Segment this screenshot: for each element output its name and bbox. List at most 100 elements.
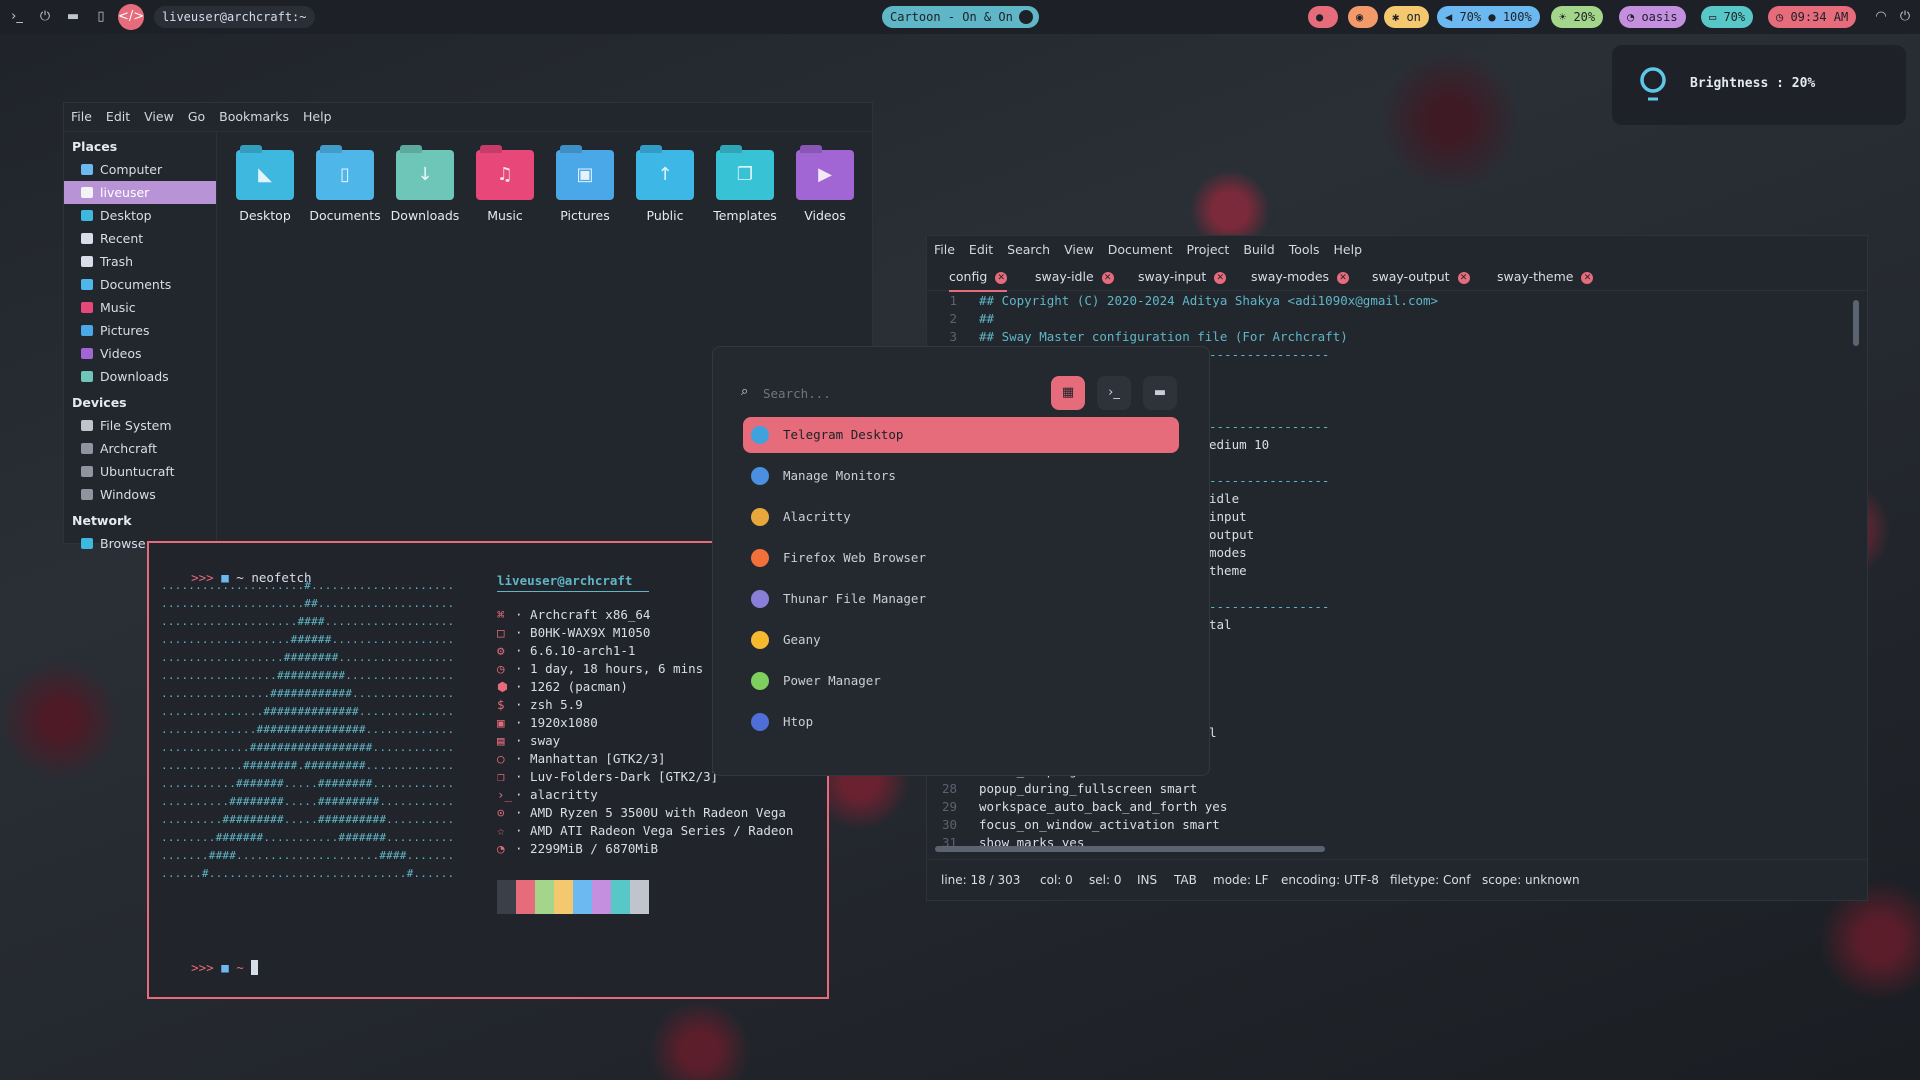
sidebar-item-desktop[interactable]: Desktop	[64, 204, 216, 227]
app-item-alacritty[interactable]: Alacritty	[743, 499, 1179, 535]
close-icon[interactable]: ✕	[1337, 271, 1350, 284]
sidebar-item-ubuntucraft[interactable]: Ubuntucraft	[64, 460, 216, 483]
app-item-geany[interactable]: Geany	[743, 622, 1179, 658]
sidebar-item-filesystem[interactable]: File System	[64, 414, 216, 437]
tab-sway-idle[interactable]: sway-idle ✕	[1035, 264, 1114, 290]
ed-menu-build[interactable]: Build	[1236, 236, 1281, 264]
app-item-htop[interactable]: Htop	[743, 704, 1179, 740]
line-number: 2	[949, 311, 957, 326]
code-line: 3 ## Sway Master configuration file (For …	[927, 328, 1348, 346]
sidebar-item-liveuser[interactable]: liveuser	[64, 181, 216, 204]
fm-menu-file[interactable]: File	[64, 103, 99, 131]
ed-menu-project[interactable]: Project	[1180, 236, 1237, 264]
folder-icon[interactable]: ▬	[1143, 376, 1177, 410]
neofetch-info-row: ⚙ · 6.6.10-arch1-1	[497, 643, 635, 658]
ed-menu-edit[interactable]: Edit	[962, 236, 1000, 264]
tab-sway-modes[interactable]: sway-modes ✕	[1251, 264, 1350, 290]
bluetooth-pill[interactable]: ✱ on	[1384, 6, 1429, 28]
app-name: Telegram Desktop	[783, 427, 904, 442]
folder-videos[interactable]: ▶ Videos	[785, 150, 865, 223]
neofetch-info-row: ›_ · alacritty	[497, 787, 598, 802]
vertical-scrollbar[interactable]	[1853, 300, 1859, 346]
app-item-firefox-web-browser[interactable]: Firefox Web Browser	[743, 540, 1179, 576]
ed-menu-view[interactable]: View	[1057, 236, 1101, 264]
sidebar-item-pictures[interactable]: Pictures	[64, 319, 216, 342]
sidebar-item-computer[interactable]: Computer	[64, 158, 216, 181]
app-icon	[751, 426, 769, 444]
app-item-thunar-file-manager[interactable]: Thunar File Manager	[743, 581, 1179, 617]
app-item-telegram-desktop[interactable]: Telegram Desktop	[743, 417, 1179, 453]
theme-pill[interactable]: Cartoon - On & On	[882, 6, 1039, 28]
code-icon[interactable]: </>	[118, 4, 144, 30]
ed-menu-document[interactable]: Document	[1101, 236, 1180, 264]
folder-icon[interactable]: ▬	[64, 8, 82, 26]
fm-menu-view[interactable]: View	[137, 103, 181, 131]
sidebar-item-documents[interactable]: Documents	[64, 273, 216, 296]
status-scope: scope: unknown	[1482, 873, 1580, 887]
brightness-pill[interactable]: ☀ 20%	[1551, 6, 1604, 28]
folder-templates[interactable]: ❐ Templates	[705, 150, 785, 223]
fm-menu-go[interactable]: Go	[181, 103, 212, 131]
terminal-icon[interactable]: ›_	[8, 8, 26, 26]
app-item-power-manager[interactable]: Power Manager	[743, 663, 1179, 699]
folder-desktop[interactable]: ◣ Desktop	[225, 150, 305, 223]
palette-icon[interactable]: ●	[1308, 6, 1338, 28]
audio-pill[interactable]: ◀ 70% ● 100%	[1437, 6, 1540, 28]
ed-menu-search[interactable]: Search	[1000, 236, 1057, 264]
tab-sway-output[interactable]: sway-output ✕	[1372, 264, 1470, 290]
close-icon[interactable]: ✕	[1581, 271, 1594, 284]
tab-sway-input[interactable]: sway-input ✕	[1138, 264, 1227, 290]
sidebar-item-windows[interactable]: Windows	[64, 483, 216, 506]
wifi-signal-icon[interactable]: ◠	[1872, 8, 1890, 26]
close-icon[interactable]: ✕	[995, 271, 1008, 284]
code-text: ## Sway Master configuration file (For A…	[979, 329, 1348, 344]
horizontal-scrollbar[interactable]	[935, 846, 1325, 852]
folder-music[interactable]: ♫ Music	[465, 150, 545, 223]
terminal-icon[interactable]: ›_	[1097, 376, 1131, 410]
grid-icon[interactable]: ▦	[1051, 376, 1085, 410]
app-icon	[751, 713, 769, 731]
fm-menu-bookmarks[interactable]: Bookmarks	[212, 103, 296, 131]
power-icon[interactable]: ⏻	[36, 8, 54, 26]
app-icon	[751, 549, 769, 567]
clock-pill[interactable]: ◷ 09:34 AM	[1768, 6, 1857, 28]
info-text: · 1262 (pacman)	[515, 679, 628, 694]
close-icon[interactable]: ✕	[1101, 271, 1114, 284]
folder-public[interactable]: ↑ Public	[625, 150, 705, 223]
folder-documents[interactable]: ▯ Documents	[305, 150, 385, 223]
sidebar-item-videos[interactable]: Videos	[64, 342, 216, 365]
sidebar-item-music[interactable]: Music	[64, 296, 216, 319]
ed-menu-help[interactable]: Help	[1327, 236, 1370, 264]
palette-swatch	[554, 880, 573, 914]
sidebar-item-trash[interactable]: Trash	[64, 250, 216, 273]
fm-menu-help[interactable]: Help	[296, 103, 339, 131]
app-icon	[751, 590, 769, 608]
downloads-folder-icon: ↓	[396, 150, 454, 200]
wifi-pill[interactable]: ◔ oasis	[1619, 6, 1686, 28]
sidebar-item-label: Recent	[100, 231, 144, 246]
close-icon[interactable]: ✕	[1457, 271, 1470, 284]
tab-sway-theme[interactable]: sway-theme ✕	[1497, 264, 1594, 290]
fm-sidebar: Places Computer liveuser Desktop Recent …	[64, 132, 217, 551]
sidebar-item-downloads[interactable]: Downloads	[64, 365, 216, 388]
eye-icon[interactable]: ◉	[1348, 6, 1378, 28]
sidebar-item-archcraft[interactable]: Archcraft	[64, 437, 216, 460]
music-folder-icon: ♫	[476, 150, 534, 200]
power-menu-icon[interactable]: ⏻	[1896, 8, 1914, 26]
folder-pictures[interactable]: ▣ Pictures	[545, 150, 625, 223]
file-icon[interactable]: ▯	[92, 8, 110, 26]
public-folder-icon: ↑	[636, 150, 694, 200]
app-item-manage-monitors[interactable]: Manage Monitors	[743, 458, 1179, 494]
palette-swatch	[497, 880, 516, 914]
home-icon	[81, 187, 93, 198]
code-text: ## Copyright (C) 2020-2024 Aditya Shakya…	[979, 293, 1439, 308]
sidebar-item-recent[interactable]: Recent	[64, 227, 216, 250]
battery-pill[interactable]: ▭ 70%	[1701, 6, 1754, 28]
search-input[interactable]	[761, 379, 1035, 407]
close-icon[interactable]: ✕	[1214, 271, 1227, 284]
ed-menu-file[interactable]: File	[927, 236, 962, 264]
fm-menu-edit[interactable]: Edit	[99, 103, 137, 131]
ed-menu-tools[interactable]: Tools	[1282, 236, 1327, 264]
tab-config[interactable]: config ✕	[949, 264, 1008, 292]
folder-downloads[interactable]: ↓ Downloads	[385, 150, 465, 223]
